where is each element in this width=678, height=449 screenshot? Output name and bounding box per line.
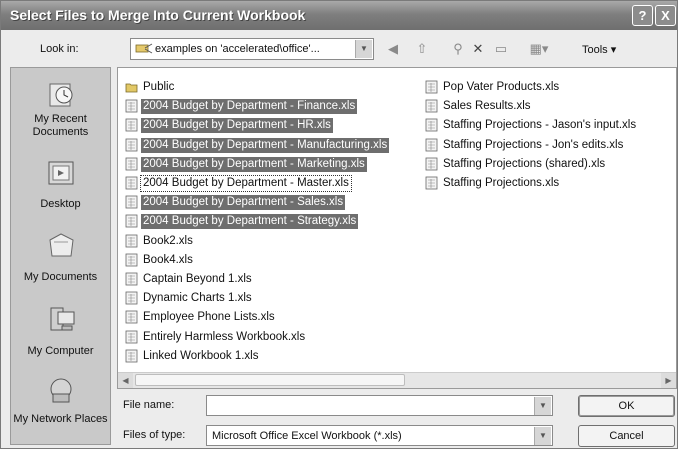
my-documents-icon <box>48 233 74 257</box>
horizontal-scrollbar[interactable]: ◀ ▶ <box>118 372 676 388</box>
new-folder-icon[interactable]: ▭ <box>491 39 511 59</box>
lookin-dropdown[interactable]: examples on 'accelerated\office'... ▼ <box>130 38 374 60</box>
place-my-recent-documents[interactable]: My Recent Documents <box>11 78 110 139</box>
excel-file-icon <box>125 195 138 209</box>
file-name: 2004 Budget by Department - Finance.xls <box>141 99 358 115</box>
file-list[interactable]: Public 2004 Budget by Department - Financ… <box>117 67 677 389</box>
excel-file-icon <box>125 176 138 190</box>
place-my-computer[interactable]: My Computer <box>11 304 110 358</box>
tools-menu[interactable]: Tools ▾ <box>582 43 616 56</box>
excel-file-icon <box>125 99 138 113</box>
back-icon[interactable]: ◀ <box>384 39 402 59</box>
file-name: Staffing Projections - Jason's input.xls <box>443 119 637 132</box>
scroll-left-icon[interactable]: ◀ <box>118 373 133 388</box>
filetype-value: Microsoft Office Excel Workbook (*.xls) <box>212 430 402 442</box>
file-name: Book4.xls <box>143 253 193 266</box>
file-name: 2004 Budget by Department - Master.xls <box>140 175 352 192</box>
lookin-value: examples on 'accelerated\office'... <box>155 43 320 55</box>
place-my-documents[interactable]: My Documents <box>11 230 110 284</box>
scroll-right-icon[interactable]: ▶ <box>661 373 676 388</box>
place-label: My Network Places <box>13 413 108 425</box>
file-name: Staffing Projections (shared).xls <box>443 157 606 170</box>
excel-file-icon <box>125 272 138 286</box>
place-label: My Documents <box>23 271 98 283</box>
chevron-down-icon[interactable]: ▼ <box>355 40 372 58</box>
excel-file-icon <box>125 253 138 267</box>
excel-file-icon <box>125 310 138 324</box>
close-button[interactable]: X <box>655 5 676 26</box>
chevron-down-icon[interactable]: ▼ <box>534 427 551 445</box>
up-folder-icon[interactable]: ⇧ <box>413 39 431 59</box>
folder-icon <box>125 83 138 93</box>
chevron-down-icon[interactable]: ▼ <box>534 397 551 415</box>
excel-file-icon <box>125 291 138 305</box>
delete-icon[interactable]: ✕ <box>469 39 487 59</box>
title-bar[interactable]: Select Files to Merge Into Current Workb… <box>1 1 677 30</box>
excel-file-icon <box>425 138 438 151</box>
file-name: Public <box>143 81 175 93</box>
places-bar: My Recent Documents Desktop My Documents <box>10 67 111 445</box>
cancel-button[interactable]: Cancel <box>578 425 675 447</box>
file-name: 2004 Budget by Department - Sales.xls <box>141 195 346 211</box>
filetype-select[interactable]: Microsoft Office Excel Workbook (*.xls) … <box>206 425 553 446</box>
file-name: 2004 Budget by Department - Marketing.xl… <box>141 156 367 172</box>
place-label: My Recent Documents <box>32 113 89 138</box>
file-name: Dynamic Charts 1.xls <box>143 292 252 305</box>
file-name: Staffing Projections.xls <box>443 177 560 189</box>
file-name: Captain Beyond 1.xls <box>143 273 252 285</box>
file-name: Book2.xls <box>143 234 193 247</box>
select-files-dialog: Select Files to Merge Into Current Workb… <box>0 0 678 449</box>
excel-file-icon <box>125 349 138 363</box>
help-button[interactable]: ? <box>632 5 653 26</box>
excel-file-icon <box>425 176 438 190</box>
lookin-label: Look in: <box>40 43 79 55</box>
excel-file-icon <box>125 234 138 247</box>
file-name: Pop Vater Products.xls <box>443 81 560 93</box>
views-icon[interactable]: ▦▾ <box>528 39 550 59</box>
scrollbar-thumb[interactable] <box>135 374 405 386</box>
excel-file-icon <box>425 99 438 113</box>
desktop-icon <box>48 161 73 185</box>
excel-file-icon <box>125 330 138 343</box>
file-name: Linked Workbook 1.xls <box>143 349 259 362</box>
excel-file-icon <box>425 118 438 132</box>
ok-button[interactable]: OK <box>578 395 675 417</box>
file-name: Staffing Projections - Jon's edits.xls <box>443 138 624 151</box>
excel-file-icon <box>125 138 138 151</box>
dialog-title: Select Files to Merge Into Current Workb… <box>10 7 306 23</box>
excel-file-icon <box>125 157 138 171</box>
filename-label: File name: <box>123 399 175 411</box>
network-folder-icon <box>135 43 153 54</box>
file-name: 2004 Budget by Department - Manufacturin… <box>141 137 390 153</box>
file-name: 2004 Budget by Department - HR.xls <box>141 118 333 134</box>
excel-file-icon <box>125 214 138 228</box>
file-name: 2004 Budget by Department - Strategy.xls <box>141 214 359 230</box>
place-label: Desktop <box>40 198 81 210</box>
search-web-icon[interactable]: ⚲ <box>449 39 467 59</box>
filename-field[interactable]: ▼ <box>206 395 553 416</box>
file-name: Sales Results.xls <box>443 100 531 113</box>
excel-file-icon <box>125 118 138 132</box>
file-name: Employee Phone Lists.xls <box>143 311 275 324</box>
place-label: My Computer <box>27 345 94 357</box>
file-name: Entirely Harmless Workbook.xls <box>143 330 306 343</box>
excel-file-icon <box>425 157 438 171</box>
recent-documents-icon <box>49 83 72 107</box>
excel-file-icon <box>425 80 438 94</box>
network-places-icon <box>50 378 71 403</box>
filetype-label: Files of type: <box>123 429 186 441</box>
my-computer-icon <box>50 307 74 331</box>
place-desktop[interactable]: Desktop <box>11 158 110 211</box>
place-my-network-places[interactable]: My Network Places <box>11 374 110 426</box>
